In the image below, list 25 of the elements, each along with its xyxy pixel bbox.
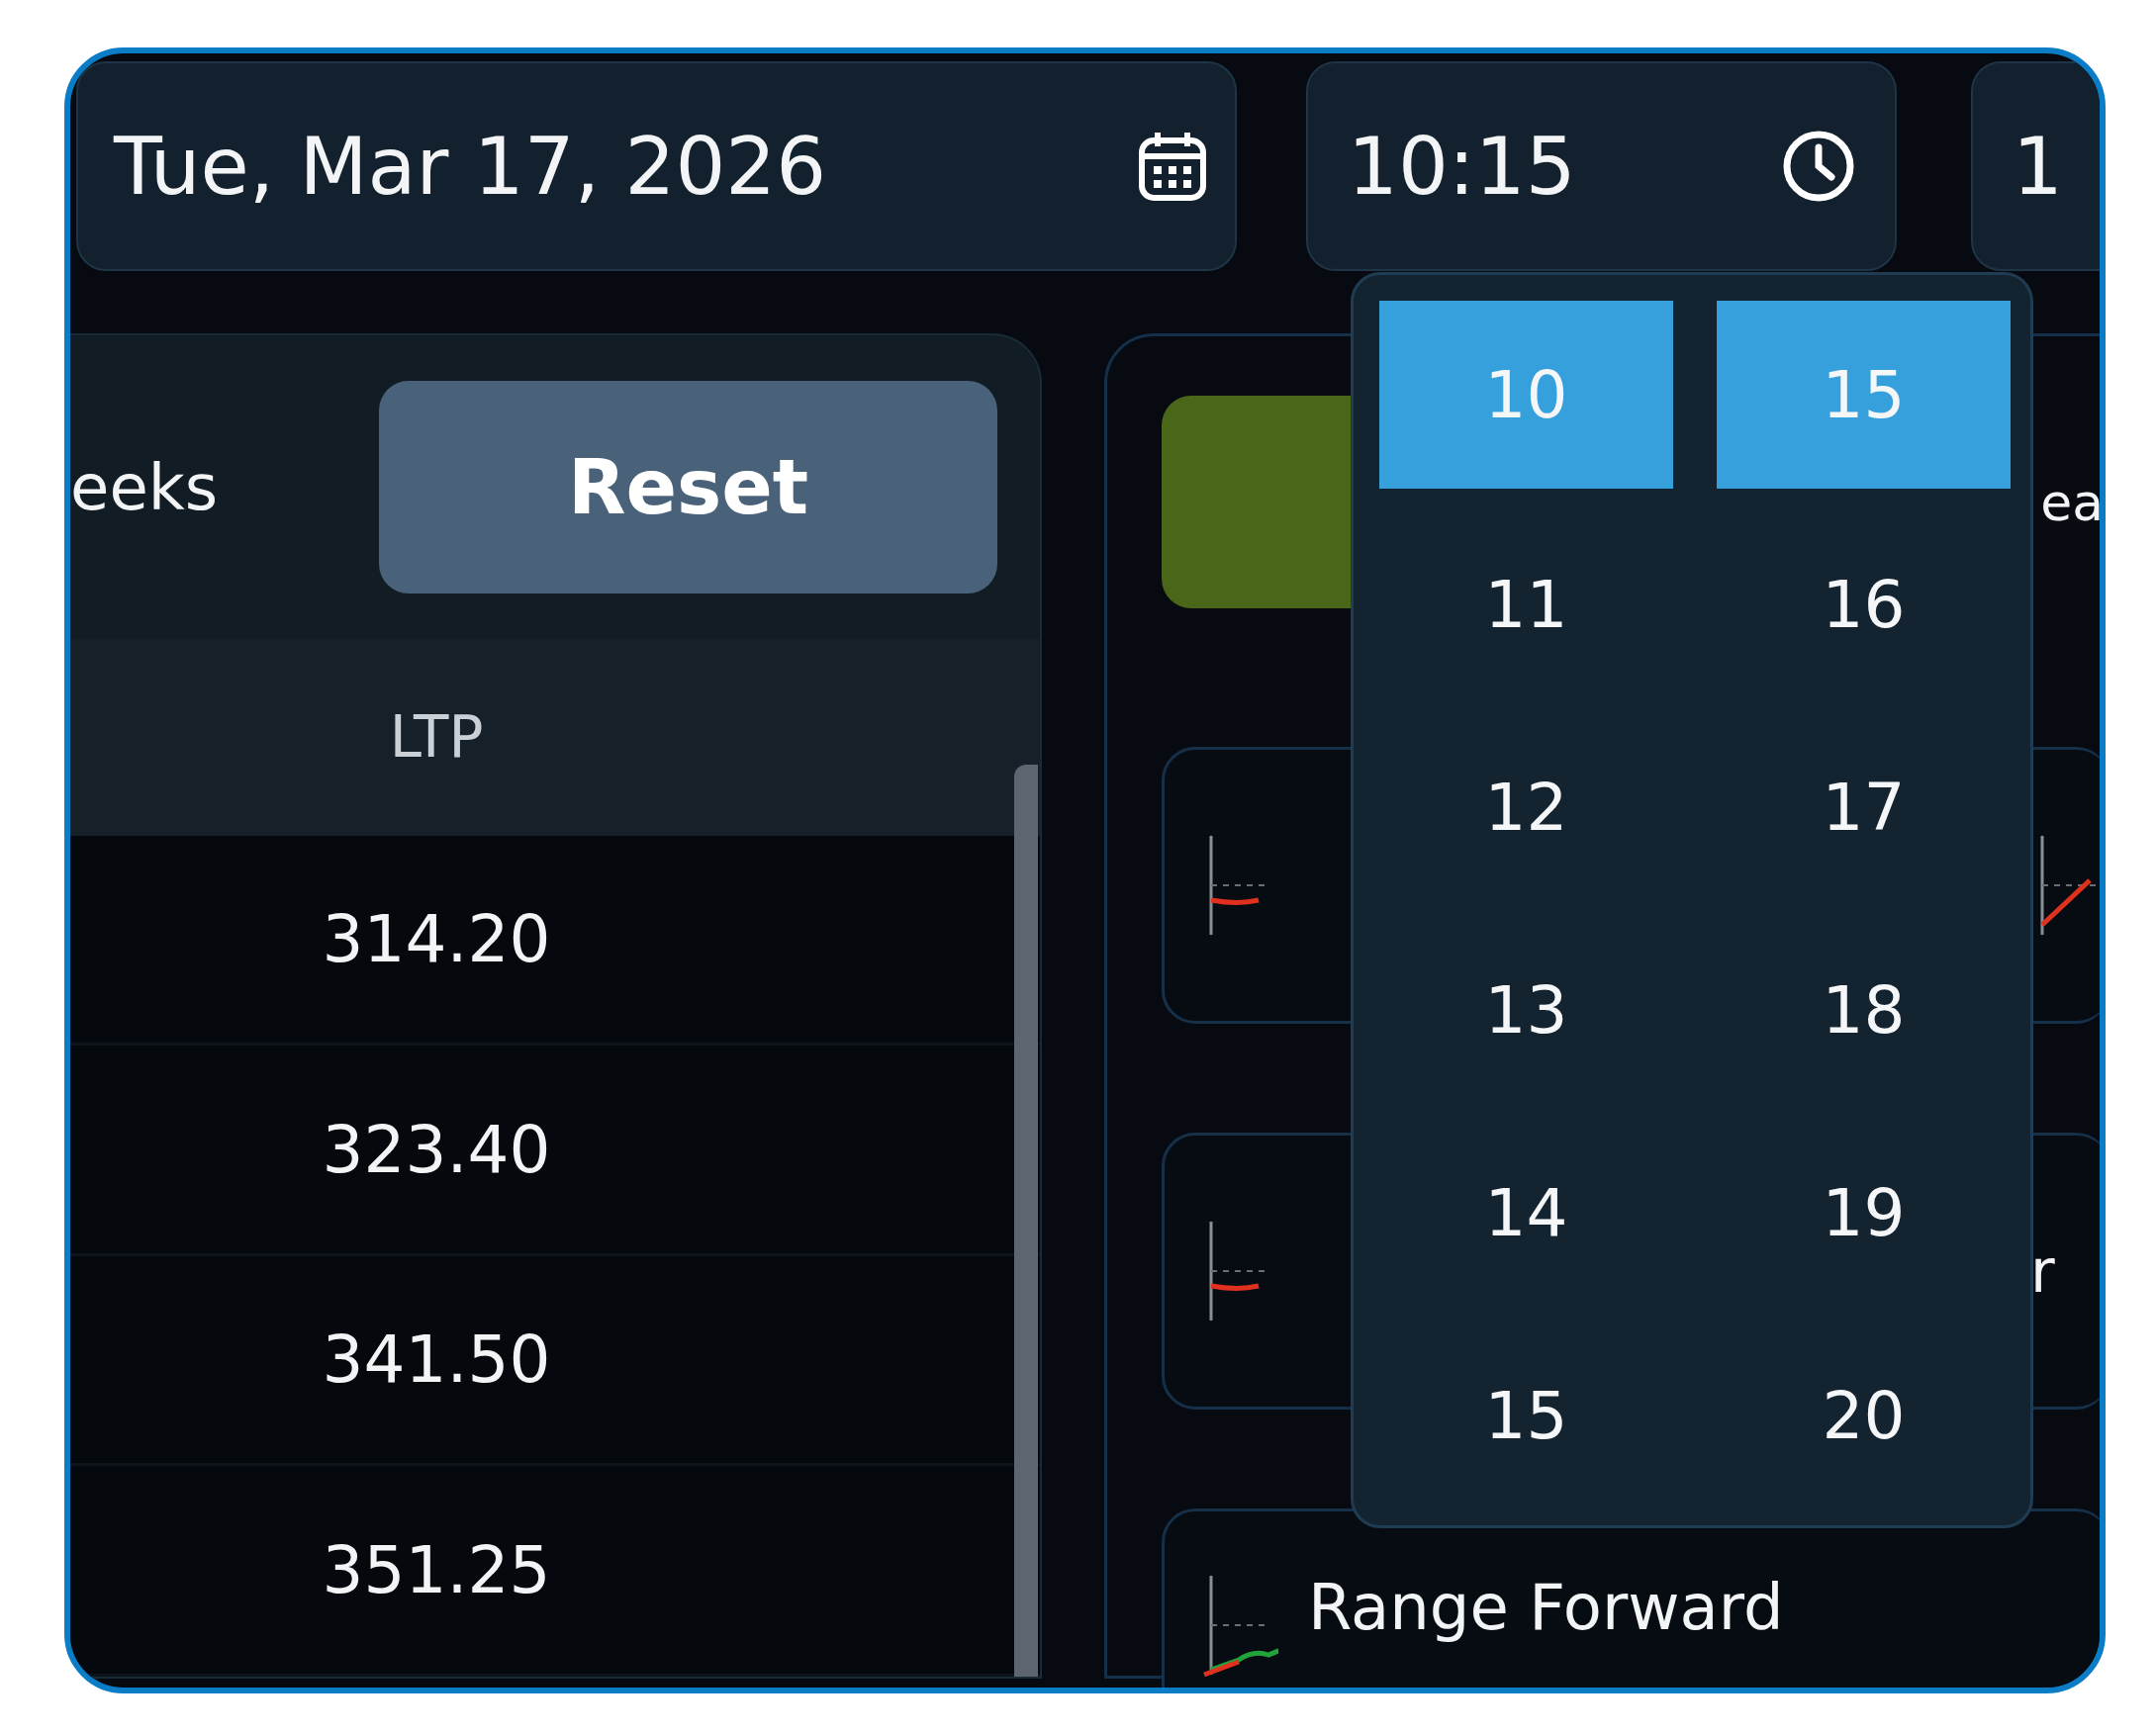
hour-option[interactable]: 12 (1379, 706, 1673, 909)
minute-option[interactable]: 19 (1717, 1112, 2011, 1315)
hour-option[interactable]: 13 (1379, 909, 1673, 1112)
table-cell-text: 341.50 (321, 1322, 552, 1399)
card-title: r (2030, 1236, 2055, 1306)
calendar-icon (1138, 131, 1208, 202)
table-cell-text: 323.40 (321, 1111, 552, 1188)
range-field[interactable]: 1 (1971, 61, 2100, 271)
scrollbar[interactable] (1014, 765, 1038, 1677)
table-cell-text: 351.25 (321, 1531, 552, 1608)
time-field[interactable]: 10:15 (1306, 61, 1898, 271)
filter-label: eeks (70, 450, 220, 524)
hour-option[interactable]: 14 (1379, 1112, 1673, 1315)
card-title: Range Forward (1308, 1571, 1784, 1644)
table-cell-text: 314.20 (321, 901, 552, 978)
minute-option[interactable]: 17 (1717, 706, 2011, 909)
minute-option[interactable]: 18 (1717, 909, 2011, 1112)
strategy-card[interactable]: Range Forward (1162, 1508, 2100, 1688)
header-text: ea (2040, 472, 2100, 532)
date-field[interactable]: Tue, Mar 17, 2026 (76, 61, 1238, 271)
reset-button[interactable]: Reset (379, 381, 997, 594)
hour-option[interactable]: 11 (1379, 503, 1673, 706)
clock-icon (1782, 130, 1856, 203)
column-header: LTP (388, 703, 485, 772)
minute-option[interactable]: 16 (1717, 503, 2011, 706)
